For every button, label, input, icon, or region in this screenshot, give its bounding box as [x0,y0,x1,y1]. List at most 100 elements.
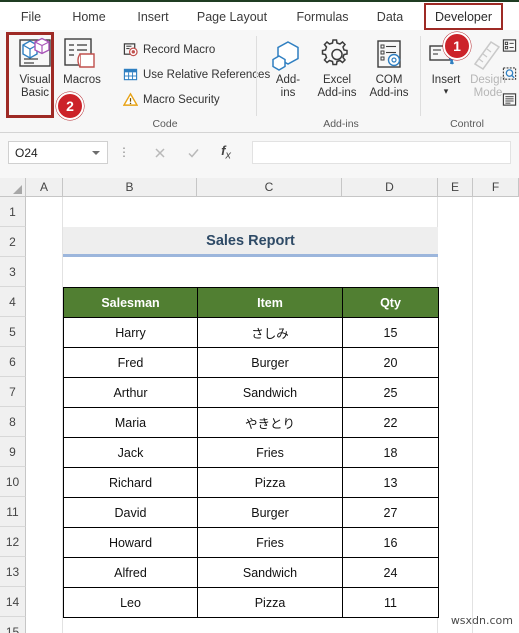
table-row[interactable]: Maria やきとり 22 [63,407,439,438]
row-header-10[interactable]: 10 [0,467,26,497]
cell-salesman[interactable]: Maria [63,407,198,438]
cell-salesman[interactable]: Leo [63,587,198,618]
row-header-15[interactable]: 15 [0,617,26,633]
cell-item[interactable]: Fries [197,527,343,558]
cell-salesman[interactable]: Harry [63,317,198,348]
com-addins-button[interactable]: COM Add-ins [363,38,415,100]
insert-function-button[interactable]: fx [214,141,238,164]
tab-data[interactable]: Data [371,5,409,29]
excel-addins-button[interactable]: Excel Add-ins [311,38,363,100]
tab-formulas[interactable]: Formulas [290,5,355,29]
column-header-f[interactable]: F [473,178,519,197]
cell-salesman[interactable]: Alfred [63,557,198,588]
tab-developer-label: Developer [435,9,492,24]
column-header-a[interactable]: A [26,178,63,197]
table-row[interactable]: Arthur Sandwich 25 [63,377,439,408]
insert-chevron-down-icon[interactable]: ▾ [444,87,449,96]
table-row[interactable]: Alfred Sandwich 24 [63,557,439,588]
cell-item[interactable]: Pizza [197,587,343,618]
cell-item[interactable]: Fries [197,437,343,468]
com-addins-label-line2: Add-ins [369,87,409,99]
cell-salesman[interactable]: Arthur [63,377,198,408]
table-row[interactable]: Harry さしみ 15 [63,317,439,348]
record-macro-label: Record Macro [143,43,216,56]
use-relative-references-label: Use Relative References [143,68,271,81]
addins-button[interactable]: Add- ins [266,38,310,100]
table-row[interactable]: Fred Burger 20 [63,347,439,378]
row-header-2[interactable]: 2 [0,227,26,257]
cell-qty[interactable]: 16 [342,527,439,558]
row-header-3[interactable]: 3 [0,257,26,287]
cell-salesman[interactable]: Richard [63,467,198,498]
row-header-11[interactable]: 11 [0,497,26,527]
addins-label-line1: Add- [275,74,301,86]
tab-developer[interactable]: Developer [424,3,503,30]
sales-report-title[interactable]: Sales Report [63,227,438,257]
select-all-corner[interactable] [0,178,26,197]
cell-qty[interactable]: 22 [342,407,439,438]
tab-insert[interactable]: Insert [131,5,175,29]
row-header-1[interactable]: 1 [0,197,26,227]
cell-qty[interactable]: 18 [342,437,439,468]
column-header-c[interactable]: C [197,178,342,197]
cancel-button[interactable] [148,141,172,164]
row-header-14[interactable]: 14 [0,587,26,617]
name-box-chevron-down-icon[interactable] [92,150,100,155]
cell-item[interactable]: Sandwich [197,377,343,408]
view-code-button[interactable] [502,66,517,86]
com-addins-label-line1: COM [375,74,403,86]
row-header-4[interactable]: 4 [0,287,26,317]
tab-page-layout[interactable]: Page Layout [192,5,272,29]
tab-home[interactable]: Home [66,5,112,29]
row-header-12[interactable]: 12 [0,527,26,557]
cell-item[interactable]: さしみ [197,317,343,348]
column-header-b[interactable]: B [63,178,197,197]
macros-button[interactable]: Macros [56,36,108,87]
cell-item[interactable]: やきとり [197,407,343,438]
cell-qty[interactable]: 20 [342,347,439,378]
formula-bar: O24 ⋮ fx [0,133,519,178]
row-header-7[interactable]: 7 [0,377,26,407]
macro-security-button[interactable]: Macro Security [123,92,220,107]
record-macro-button[interactable]: Record Macro [123,42,215,57]
cell-salesman[interactable]: David [63,497,198,528]
column-header-e[interactable]: E [438,178,473,197]
row-header-9[interactable]: 9 [0,437,26,467]
enter-button[interactable] [181,141,205,164]
cell-salesman[interactable]: Howard [63,527,198,558]
cell-salesman[interactable]: Jack [63,437,198,468]
cell-qty[interactable]: 25 [342,377,439,408]
run-dialog-button[interactable] [502,92,517,112]
table-row[interactable]: Leo Pizza 11 [63,587,439,618]
row-header-5[interactable]: 5 [0,317,26,347]
cell-qty[interactable]: 27 [342,497,439,528]
cell-item[interactable]: Burger [197,347,343,378]
table-row[interactable]: Howard Fries 16 [63,527,439,558]
cell-qty[interactable]: 11 [342,587,439,618]
table-row[interactable]: David Burger 27 [63,497,439,528]
name-box[interactable]: O24 [8,141,108,164]
design-mode-label-line1: Design [470,74,506,86]
use-relative-references-button[interactable]: Use Relative References [123,67,270,82]
cell-qty[interactable]: 15 [342,317,439,348]
table-row[interactable]: Jack Fries 18 [63,437,439,468]
sales-report-title-text: Sales Report [206,232,295,249]
formula-input[interactable] [252,141,511,164]
cell-item[interactable]: Pizza [197,467,343,498]
tab-file[interactable]: File [14,5,48,32]
cell-qty[interactable]: 24 [342,557,439,588]
cell-item[interactable]: Burger [197,497,343,528]
row-header-8[interactable]: 8 [0,407,26,437]
row-header-6[interactable]: 6 [0,347,26,377]
cell-qty[interactable]: 13 [342,467,439,498]
cell-salesman[interactable]: Fred [63,347,198,378]
column-header-d[interactable]: D [342,178,438,197]
table-row[interactable]: Richard Pizza 13 [63,467,439,498]
properties-button[interactable] [502,38,517,58]
view-code-icon [502,67,517,80]
visual-basic-button[interactable]: Visual Basic [11,36,59,100]
row-header-13[interactable]: 13 [0,557,26,587]
cell-item[interactable]: Sandwich [197,557,343,588]
formula-bar-handle[interactable]: ⋮ [118,146,130,159]
ribbon-tab-bar: File Home Insert Page Layout Formulas Da… [0,0,519,32]
